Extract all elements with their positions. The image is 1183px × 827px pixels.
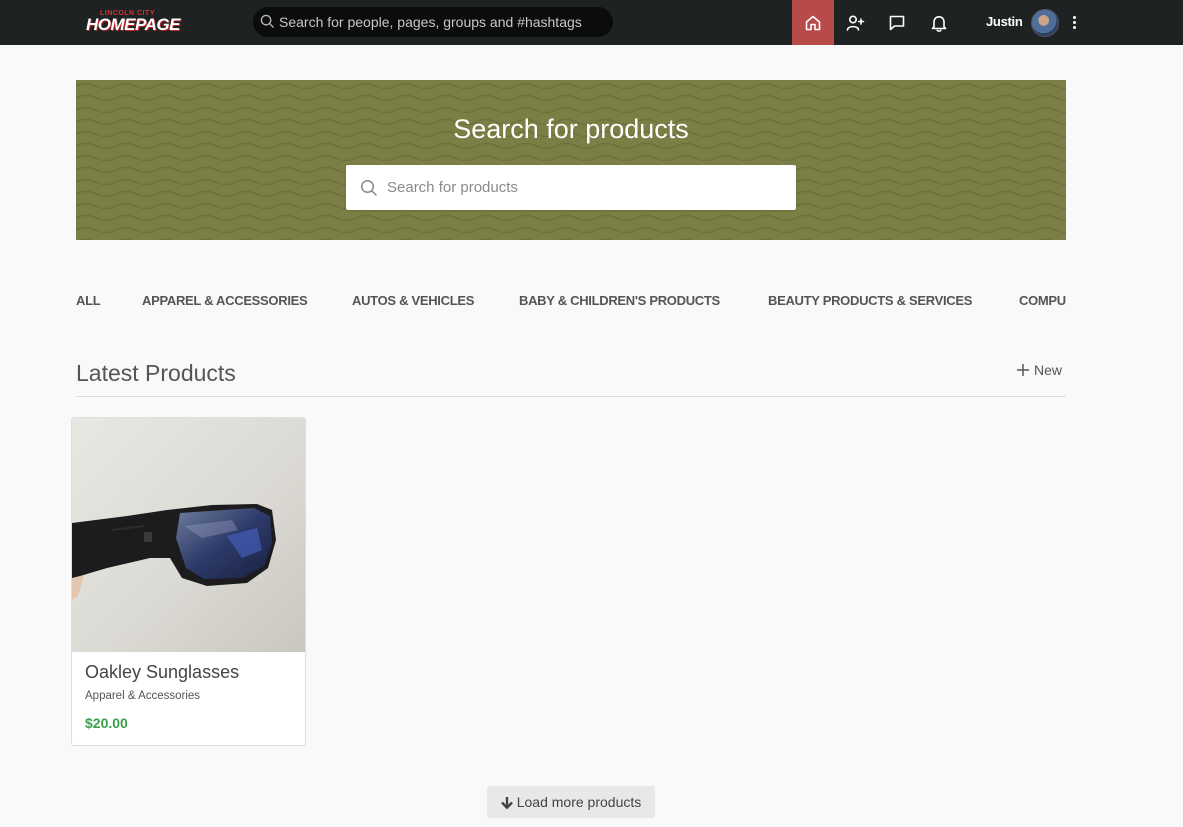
search-icon: [260, 14, 274, 28]
products-hero-banner: Search for products: [76, 80, 1066, 240]
load-more-button[interactable]: Load more products: [487, 786, 655, 818]
global-search-box: [253, 7, 613, 37]
top-navigation-bar: LINCOLN CITY HOMEPAGE Justin: [0, 0, 1183, 45]
product-search-box: [346, 165, 796, 210]
section-divider: [76, 396, 1066, 397]
category-tab-apparel[interactable]: APPAREL & ACCESSORIES: [142, 293, 308, 308]
notifications-icon: [931, 15, 947, 32]
global-search-input[interactable]: [279, 7, 605, 37]
load-more-label: Load more products: [516, 794, 642, 810]
product-price: $20.00: [85, 715, 128, 731]
messages-icon: [889, 15, 905, 30]
category-tab-beauty[interactable]: BEAUTY PRODUCTS & SERVICES: [768, 293, 972, 308]
home-icon: [805, 15, 821, 30]
wave-pattern-background: [76, 80, 1066, 240]
more-options-button[interactable]: [1066, 11, 1082, 33]
user-avatar[interactable]: [1031, 9, 1059, 37]
product-category: Apparel & Accessories: [85, 690, 201, 702]
section-title: Latest Products: [76, 360, 236, 386]
category-tab-all[interactable]: ALL: [76, 293, 101, 308]
hero-title: Search for products: [453, 114, 689, 144]
logo-wordmark: HOMEPAGE: [86, 15, 180, 34]
plus-icon: [1017, 364, 1029, 376]
notifications-button[interactable]: [918, 0, 960, 45]
product-image: [72, 418, 305, 652]
messages-button[interactable]: [876, 0, 918, 45]
category-tab-computers[interactable]: COMPU: [1019, 293, 1066, 308]
category-tab-baby[interactable]: BABY & CHILDREN'S PRODUCTS: [519, 293, 720, 308]
sunglasses-photo: [72, 504, 276, 600]
category-tab-autos[interactable]: AUTOS & VEHICLES: [352, 293, 474, 308]
site-logo[interactable]: LINCOLN CITY HOMEPAGE: [86, 9, 180, 35]
search-icon: [360, 179, 377, 196]
category-tabs: ALL APPAREL & ACCESSORIES AUTOS & VEHICL…: [76, 293, 1066, 309]
friend-requests-button[interactable]: [834, 0, 876, 45]
user-name[interactable]: Justin: [986, 14, 1023, 29]
product-name[interactable]: Oakley Sunglasses: [85, 662, 239, 683]
new-product-label: New: [1034, 362, 1063, 378]
home-button[interactable]: [792, 0, 834, 45]
arrow-down-icon: [500, 796, 513, 809]
new-product-button[interactable]: New: [1016, 361, 1062, 379]
add-friend-icon: [846, 14, 865, 31]
more-dots-icon: [1072, 15, 1076, 19]
product-search-input[interactable]: [387, 165, 787, 210]
product-card[interactable]: Oakley Sunglasses Apparel & Accessories …: [71, 417, 306, 746]
